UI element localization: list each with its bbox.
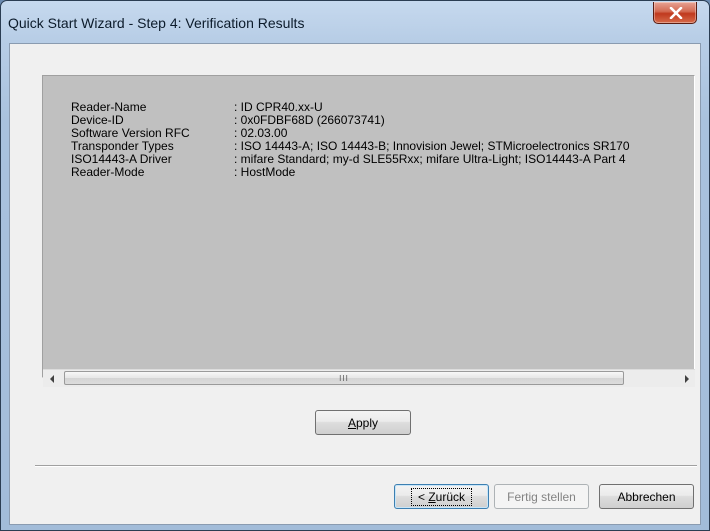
cancel-label: Abbrechen: [617, 489, 676, 504]
close-icon: [669, 7, 683, 19]
apply-label: Apply: [348, 416, 378, 430]
title-bar[interactable]: Quick Start Wizard - Step 4: Verificatio…: [1, 1, 709, 43]
apply-button[interactable]: Apply: [315, 410, 411, 435]
cancel-button[interactable]: Abbrechen: [599, 484, 694, 509]
back-button[interactable]: < Zurück: [394, 484, 489, 509]
result-label: ISO14443-A Driver: [71, 152, 172, 166]
result-label: Reader-Mode: [71, 165, 145, 179]
window-title: Quick Start Wizard - Step 4: Verificatio…: [8, 15, 305, 31]
footer-separator: [35, 465, 697, 467]
result-value: : ISO 14443-A; ISO 14443-B; Innovision J…: [234, 139, 630, 153]
finish-button[interactable]: Fertig stellen: [494, 484, 589, 509]
close-button[interactable]: [653, 2, 697, 24]
verification-results-panel: Reader-Name : ID CPR40.xx-U Device-ID : …: [42, 75, 695, 378]
horizontal-scrollbar[interactable]: III: [43, 369, 695, 387]
result-label: Transponder Types: [71, 139, 174, 153]
result-value: : ID CPR40.xx-U: [234, 100, 323, 114]
result-value: : 0x0FDBF68D (266073741): [234, 113, 385, 127]
result-label: Reader-Name: [71, 100, 147, 114]
wizard-window: Quick Start Wizard - Step 4: Verificatio…: [0, 0, 710, 531]
back-prefix: <: [417, 489, 429, 504]
apply-accel: A: [347, 415, 356, 430]
arrow-right-icon: [684, 374, 689, 383]
result-value: : 02.03.00: [234, 126, 288, 140]
result-value: : mifare Standard; my-d SLE55Rxx; mifare…: [234, 152, 626, 166]
back-label: < Zurück: [410, 487, 473, 506]
result-value: : HostMode: [234, 165, 296, 179]
scroll-left-arrow[interactable]: [43, 370, 60, 387]
arrow-left-icon: [49, 374, 54, 383]
finish-label: Fertig stellen: [507, 489, 576, 504]
dialog-client-area: Reader-Name : ID CPR40.xx-U Device-ID : …: [9, 43, 701, 525]
scroll-right-arrow[interactable]: [678, 370, 695, 387]
back-accel: Z: [428, 489, 436, 504]
scrollbar-thumb[interactable]: III: [64, 371, 624, 385]
back-rest: urück: [435, 489, 466, 504]
result-label: Software Version RFC: [71, 126, 190, 140]
result-label: Device-ID: [71, 113, 124, 127]
grip-icon: III: [339, 374, 349, 383]
apply-rest: pply: [356, 415, 379, 430]
